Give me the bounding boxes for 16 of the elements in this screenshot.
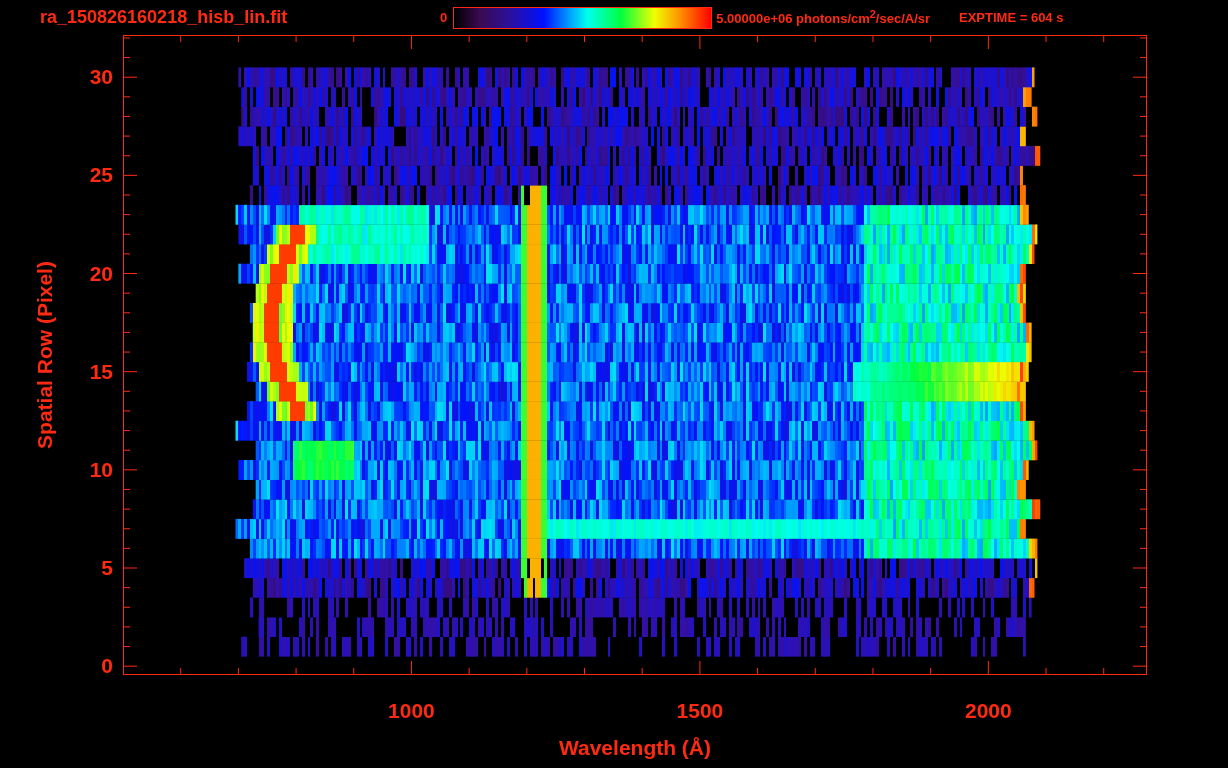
- y-tick-label: 30: [89, 65, 113, 90]
- y-tick-label: 5: [101, 556, 113, 580]
- exposure-time: EXPTIME = 604 s: [959, 10, 1064, 25]
- y-tick-label: 20: [89, 261, 113, 286]
- file-title: ra_150826160218_hisb_lin.fit: [40, 7, 289, 28]
- colorbar-min-label: 0: [440, 10, 448, 25]
- colorbar-max-label: 5.00000e+06 photons/cm$^{2}$/sec/A/sr: [716, 8, 931, 27]
- y-tick-label: 10: [89, 457, 113, 482]
- x-tick-label: 2000: [965, 699, 1012, 723]
- y-tick-label: 0: [101, 654, 113, 679]
- y-tick-label: 25: [89, 163, 113, 188]
- x-tick-label: 1500: [676, 699, 724, 723]
- x-axis-label: Wavelength (Å): [558, 736, 712, 760]
- y-tick-label: 15: [89, 359, 113, 384]
- x-tick-label: 1000: [388, 699, 435, 723]
- y-axis-label: Spatial Row (Pixel): [33, 261, 57, 449]
